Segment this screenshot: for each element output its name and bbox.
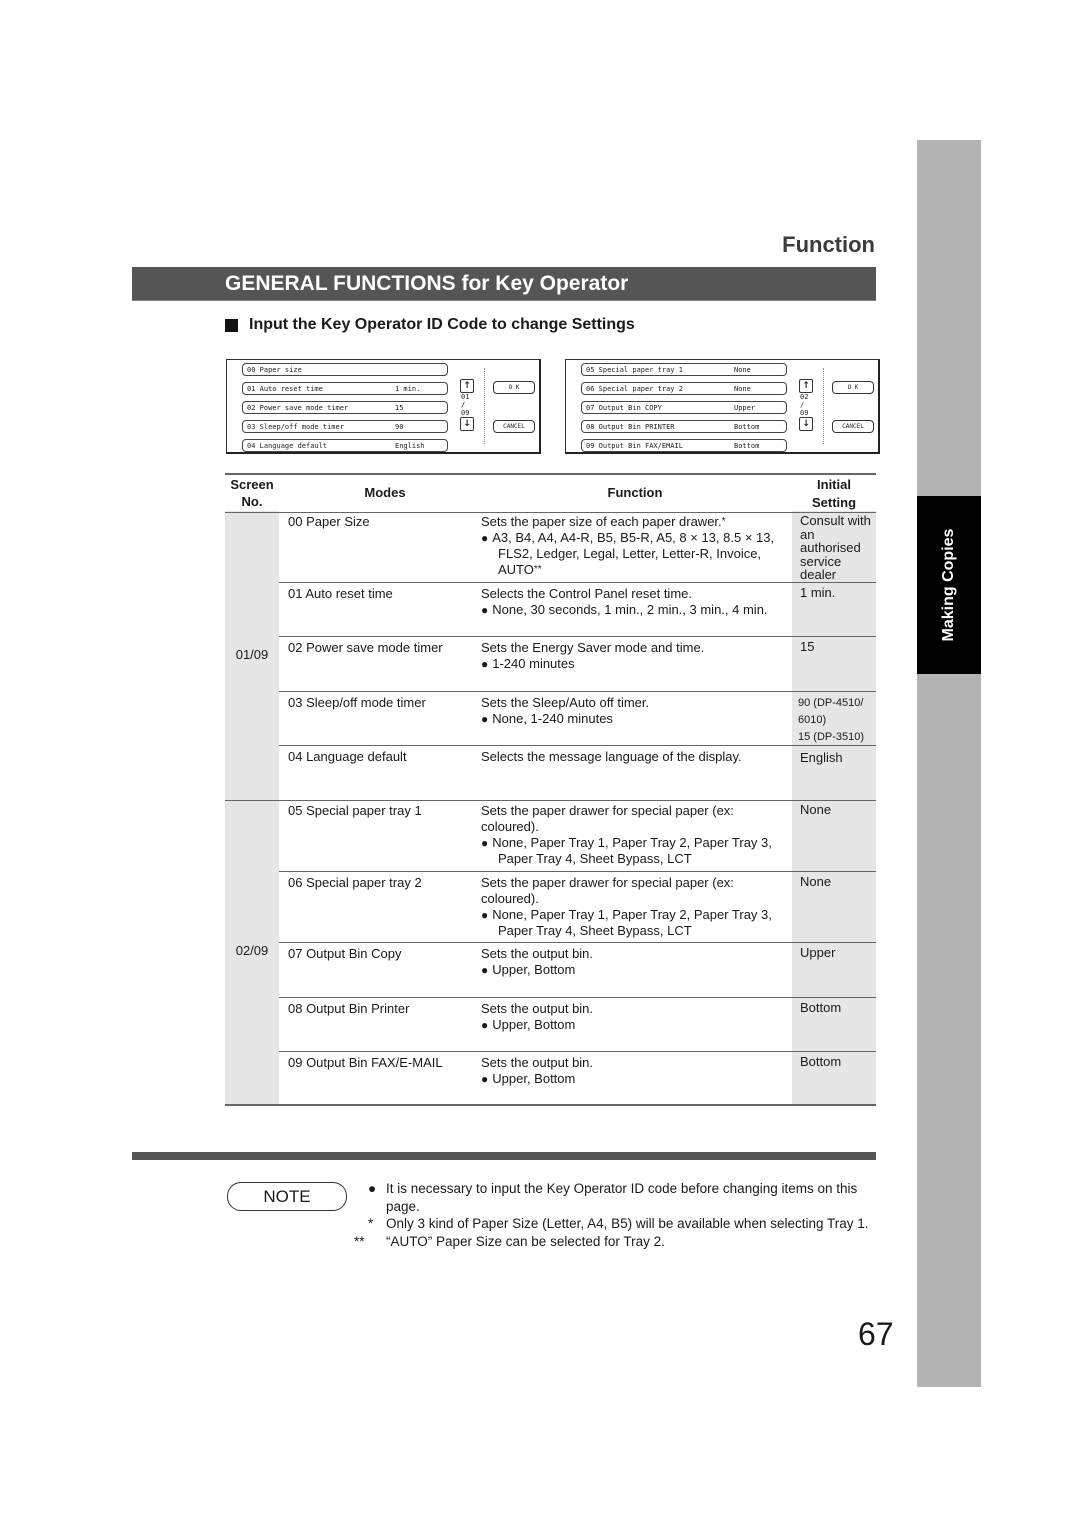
subheading: Input the Key Operator ID Code to change… (225, 316, 635, 334)
table-row: 07 Output Bin Copy Sets the output bin.U… (279, 942, 876, 998)
page-number: 67 (858, 1316, 894, 1352)
header-modes: Modes (364, 485, 406, 500)
table-row: 00 Paper Size Sets the paper size of eac… (279, 511, 876, 582)
lcd-scroller: ↑ 02/09 ↓ (799, 379, 813, 431)
lcd-page-indicator: 02/09 (800, 393, 809, 417)
bullet-icon: ● (368, 1181, 377, 1196)
table-row: 02 Power save mode timer Sets the Energy… (279, 636, 876, 692)
sidebar-band-bottom (917, 674, 981, 1387)
arrow-up-icon[interactable]: ↑ (460, 379, 474, 393)
arrow-down-icon[interactable]: ↓ (460, 417, 474, 431)
settings-table: Screen No. Modes Function Initial Setting (225, 473, 876, 513)
table-row: 01 Auto reset time Selects the Control P… (279, 582, 876, 637)
sidebar-band-top (917, 140, 981, 496)
lcd-row[interactable]: 05 Special paper tray 1 None (581, 363, 787, 376)
section-label: Function (782, 232, 875, 257)
table-row: 08 Output Bin Printer Sets the output bi… (279, 997, 876, 1052)
note-item: ** “AUTO” Paper Size can be selected for … (354, 1233, 665, 1249)
note-divider-bar (132, 1152, 876, 1160)
arrow-up-icon[interactable]: ↑ (799, 379, 813, 393)
header-function: Function (607, 485, 663, 500)
title-bar: GENERAL FUNCTIONS for Key Operator (132, 267, 876, 301)
lcd-screen-2: 05 Special paper tray 1 None 06 Special p… (565, 359, 880, 454)
table-header: Screen No. Modes Function Initial Setting (225, 473, 876, 513)
note-list: ● It is necessary to input the Key Operat… (354, 1180, 878, 1250)
double-asterisk-icon: ** (354, 1233, 365, 1249)
lcd-row[interactable]: 02 Power save mode timer 15 (242, 401, 448, 414)
subheading-text: Input the Key Operator ID Code to change… (249, 316, 635, 333)
header-screen-no: Screen No. (230, 477, 274, 509)
sidebar-tab-label: Making Copies (940, 528, 957, 642)
square-bullet-icon (225, 318, 238, 332)
lcd-row[interactable]: 07 Output Bin COPY Upper (581, 401, 787, 414)
lcd-cancel-button[interactable]: CANCEL (493, 420, 535, 433)
header-initial-setting: Initial Setting (811, 477, 857, 510)
lcd-divider (484, 368, 485, 444)
table-bottom-rule (225, 1104, 876, 1106)
lcd-row[interactable]: 04 Language default English (242, 439, 448, 452)
table-row: 05 Special paper tray 1 Sets the paper d… (279, 800, 876, 871)
sidebar-tab-making-copies[interactable]: Making Copies (917, 496, 981, 674)
lcd-cancel-button[interactable]: CANCEL (832, 420, 874, 433)
lcd-row[interactable]: 06 Special paper tray 2 None (581, 382, 787, 395)
table-row: 06 Special paper tray 2 Sets the paper d… (279, 871, 876, 943)
table-row: 09 Output Bin FAX/E-MAIL Sets the output… (279, 1051, 876, 1105)
lcd-row[interactable]: 00 Paper size (242, 363, 448, 376)
table-row: 03 Sleep/off mode timer Sets the Sleep/A… (279, 691, 876, 746)
lcd-page-indicator: 01/09 (461, 393, 470, 417)
screen-column-bg (225, 511, 279, 1104)
lcd-screen-1: 00 Paper size 01 Auto reset time 1 min. 0… (226, 359, 541, 454)
lcd-scroller: ↑ 01/09 ↓ (460, 379, 474, 431)
lcd-divider (823, 368, 824, 444)
screen-number: 01/09 (235, 647, 269, 662)
asterisk-icon: * (368, 1216, 374, 1231)
lcd-row[interactable]: 03 Sleep/off mode timer 90 (242, 420, 448, 433)
lcd-ok-button[interactable]: O K (493, 381, 535, 394)
lcd-row[interactable]: 08 Output Bin PRINTER Bottom (581, 420, 787, 433)
arrow-down-icon[interactable]: ↓ (799, 417, 813, 431)
lcd-row[interactable]: 09 Output Bin FAX/EMAIL Bottom (581, 439, 787, 452)
screen-number: 02/09 (235, 943, 269, 958)
lcd-row[interactable]: 01 Auto reset time 1 min. (242, 382, 448, 395)
note-item: * Only 3 kind of Paper Size (Letter, A4, … (368, 1216, 869, 1231)
note-item: ● It is necessary to input the Key Operat… (368, 1181, 858, 1214)
table-row: 04 Language default Selects the message … (279, 745, 876, 801)
note-label: NOTE (227, 1182, 347, 1211)
lcd-ok-button[interactable]: O K (832, 381, 874, 394)
page-title: GENERAL FUNCTIONS for Key Operator (225, 272, 629, 295)
